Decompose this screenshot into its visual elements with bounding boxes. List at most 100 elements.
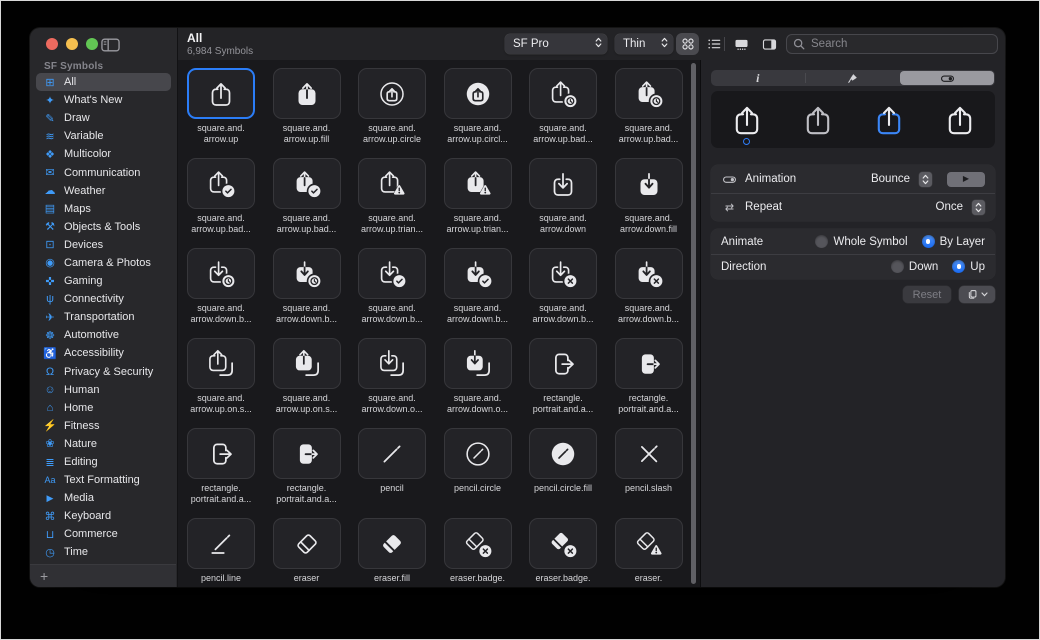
sidebar-item-commerce[interactable]: ⊔Commerce [36,525,171,543]
symbol-tile-square-arrow-down-on-square-fill[interactable] [444,338,512,389]
zoom-button[interactable] [86,38,98,50]
sidebar-item-media[interactable]: ▶Media [36,489,171,507]
sidebar-item-communication[interactable]: ✉Communication [36,163,171,181]
symbol-tile-rect-portrait-arrow-fill[interactable] [273,428,341,479]
list-view-button[interactable] [702,33,725,55]
reset-button[interactable]: Reset [903,286,951,303]
symbol-name-label: square.and.arrow.down.o... [351,393,433,414]
symbol-tile-square-arrow-up-circle-fill[interactable] [444,68,512,119]
sidebar-item-home[interactable]: ⌂Home [36,399,171,417]
sidebar-item-weather[interactable]: ☁Weather [36,182,171,200]
search-input[interactable] [809,37,991,51]
grid-scrollbar[interactable] [691,63,696,584]
direction-option-down[interactable]: Down [891,260,938,273]
preview-variant-layer-highlight[interactable] [867,91,911,148]
sidebar-item-camera-photos[interactable]: ◉Camera & Photos [36,254,171,272]
inspector-toggle-button[interactable] [758,33,781,55]
sidebar-item-keyboard[interactable]: ⌘Keyboard [36,507,171,525]
sidebar-item-draw[interactable]: ✎Draw [36,109,171,127]
radio-selected[interactable] [922,235,935,248]
weight-select[interactable]: Thin [615,34,673,54]
animation-stepper[interactable] [919,172,932,187]
symbol-tile-rect-portrait-arrow[interactable] [187,428,255,479]
sidebar-item-nature[interactable]: ❀Nature [36,435,171,453]
sidebar-item-transportation[interactable]: ✈Transportation [36,308,171,326]
add-collection-button[interactable]: + [40,567,48,585]
sidebar-toggle-icon[interactable] [100,37,120,52]
repeat-stepper[interactable] [972,200,985,215]
symbol-tile-square-arrow-up-badge-check-fill[interactable] [273,158,341,209]
sidebar-item-text-formatting[interactable]: AaText Formatting [36,471,171,489]
preview-variant-regular[interactable] [938,91,982,148]
sidebar-item-label: Objects & Tools [64,221,140,233]
play-button[interactable]: ▶ [947,172,985,187]
symbol-tile-square-arrow-down-badge-x-fill[interactable] [615,248,683,299]
symbol-tile-square-arrow-up-on-square[interactable] [187,338,255,389]
symbol-tile-square-arrow-up-on-square-fill[interactable] [273,338,341,389]
symbol-tile-pencil-circle-fill[interactable] [529,428,597,479]
grid-view-button[interactable] [676,33,699,55]
symbol-tile-pencil-slash[interactable] [615,428,683,479]
symbol-tile-eraser[interactable] [273,518,341,569]
sidebar-item-devices[interactable]: ⊡Devices [36,236,171,254]
sidebar-item-editing[interactable]: ≣Editing [36,453,171,471]
sidebar-item-time[interactable]: ◷Time [36,543,171,561]
symbol-tile-square-arrow-up-fill[interactable] [273,68,341,119]
symbol-tile-square-arrow-up[interactable] [187,68,255,119]
tab-info[interactable]: i [711,70,805,86]
symbol-tile-square-arrow-down-badge-clock[interactable] [187,248,255,299]
sidebar-item-automotive[interactable]: ☸Automotive [36,326,171,344]
symbol-cell: square.and.arrow.down.b... [529,248,597,324]
sidebar-item-gaming[interactable]: ✜Gaming [36,272,171,290]
symbol-tile-eraser-badge-x-fill[interactable] [529,518,597,569]
symbol-tile-eraser-badge-x[interactable] [444,518,512,569]
symbol-tile-pencil[interactable] [358,428,426,479]
symbol-tile-eraser-fill[interactable] [358,518,426,569]
symbol-tile-eraser-triangle[interactable] [615,518,683,569]
symbol-tile-square-arrow-up-triangle[interactable] [358,158,426,209]
preview-variant-dim[interactable] [796,91,840,148]
sidebar-item-maps[interactable]: ▤Maps [36,200,171,218]
animate-option-by-layer[interactable]: By Layer [922,235,985,248]
symbol-tile-square-arrow-down-on-square[interactable] [358,338,426,389]
symbol-tile-square-arrow-down-badge-x[interactable] [529,248,597,299]
symbol-tile-square-arrow-up-triangle-fill[interactable] [444,158,512,209]
tab-rendering[interactable] [806,70,900,86]
symbol-tile-square-arrow-down-badge-check-fill[interactable] [444,248,512,299]
sidebar-item-accessibility[interactable]: ♿Accessibility [36,344,171,362]
radio-unselected[interactable] [891,260,904,273]
radio-unselected[interactable] [815,235,828,248]
symbol-tile-rect-portrait-arrow[interactable] [529,338,597,389]
search-field[interactable] [786,34,998,54]
symbol-tile-square-arrow-up-badge-clock[interactable] [529,68,597,119]
symbol-tile-square-arrow-down-fill[interactable] [615,158,683,209]
sidebar-item-what-s-new[interactable]: ✦What's New [36,91,171,109]
direction-option-up[interactable]: Up [952,260,985,273]
symbol-tile-square-arrow-up-badge-clock-fill[interactable] [615,68,683,119]
sidebar-item-human[interactable]: ☺Human [36,381,171,399]
close-button[interactable] [46,38,58,50]
sidebar-item-privacy-security[interactable]: ΩPrivacy & Security [36,363,171,381]
tab-animation[interactable] [900,71,994,85]
export-button[interactable] [959,286,995,303]
symbol-tile-square-arrow-down-badge-check[interactable] [358,248,426,299]
symbol-tile-rect-portrait-arrow-fill[interactable] [615,338,683,389]
sidebar-item-multicolor[interactable]: ❖Multicolor [36,145,171,163]
sidebar-item-objects-tools[interactable]: ⚒Objects & Tools [36,218,171,236]
symbol-tile-square-arrow-down-badge-clock-fill[interactable] [273,248,341,299]
radio-selected[interactable] [952,260,965,273]
sidebar-item-connectivity[interactable]: ψConnectivity [36,290,171,308]
symbol-tile-square-arrow-down[interactable] [529,158,597,209]
gallery-view-button[interactable] [730,33,753,55]
preview-variant-regular[interactable] [725,91,769,148]
symbol-tile-square-arrow-up-badge-check[interactable] [187,158,255,209]
font-select[interactable]: SF Pro [505,34,607,54]
sidebar-item-all[interactable]: ⊞All [36,73,171,91]
symbol-tile-pencil-circle[interactable] [444,428,512,479]
sidebar-item-fitness[interactable]: ⚡Fitness [36,417,171,435]
symbol-tile-square-arrow-up-circle[interactable] [358,68,426,119]
sidebar-item-variable[interactable]: ≋Variable [36,127,171,145]
symbol-tile-pencil-line[interactable] [187,518,255,569]
minimize-button[interactable] [66,38,78,50]
animate-option-whole-symbol[interactable]: Whole Symbol [815,235,907,248]
